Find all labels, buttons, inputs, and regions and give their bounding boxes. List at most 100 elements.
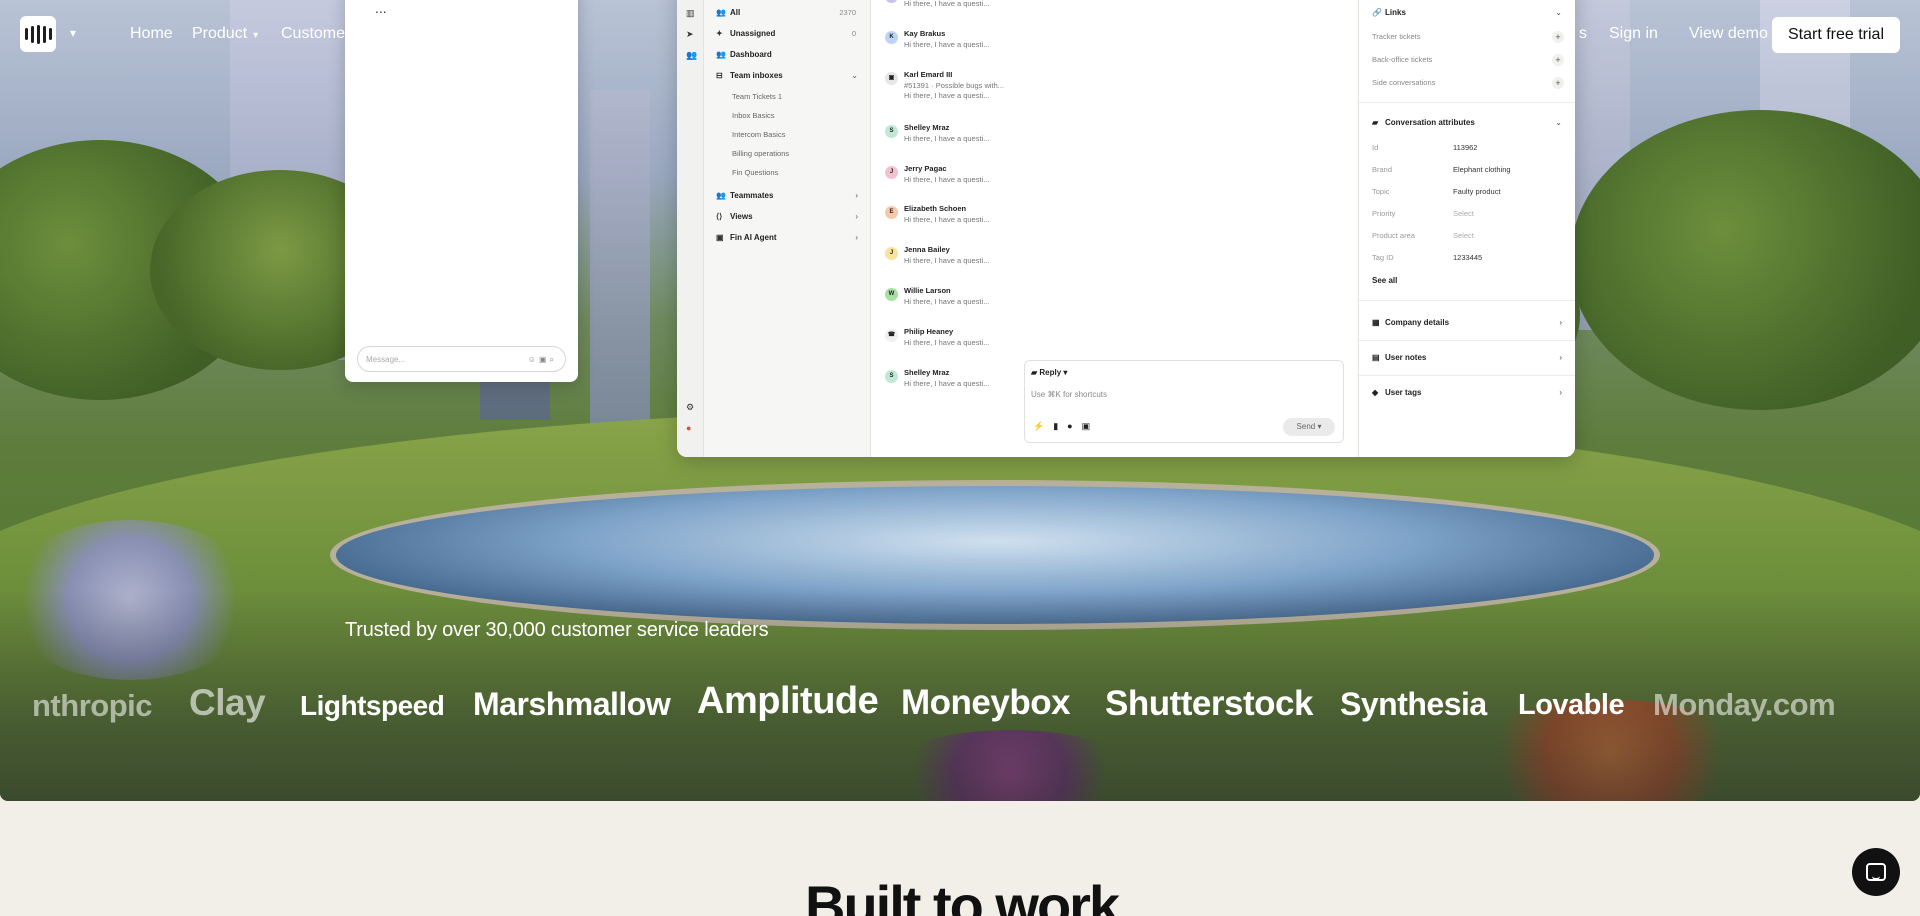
chevron-right-icon[interactable]: › bbox=[855, 191, 858, 200]
conversation-name: Shelley Mraz bbox=[904, 123, 950, 132]
conversation-name: Willie Larson bbox=[904, 286, 951, 295]
brand-logo: Lightspeed bbox=[300, 690, 445, 721]
nav-link-home[interactable]: Home bbox=[130, 25, 173, 43]
attribute-key: Priority bbox=[1372, 209, 1396, 218]
avatar: ▣ bbox=[885, 72, 898, 85]
conversation-preview: Hi there, I have a questi... bbox=[904, 338, 990, 347]
sidebar-subitem[interactable]: Team Tickets 1 bbox=[732, 92, 782, 101]
sidebar-item-label: Fin AI Agent bbox=[730, 233, 777, 242]
chevron-right-icon[interactable]: › bbox=[1559, 318, 1562, 327]
brand-logo: Moneybox bbox=[901, 683, 1071, 722]
attribute-value[interactable]: Elephant clothing bbox=[1453, 165, 1511, 174]
attribute-value[interactable]: 113962 bbox=[1453, 143, 1477, 152]
views-icon: ⟨⟩ bbox=[716, 212, 723, 221]
avatar: W bbox=[885, 288, 898, 301]
divider bbox=[1359, 375, 1575, 376]
add-icon[interactable]: + bbox=[1552, 77, 1564, 89]
nav-link-partial[interactable]: s bbox=[1579, 25, 1587, 43]
reply-label: Reply bbox=[1039, 368, 1062, 377]
conversation-name: Elizabeth Schoen bbox=[904, 204, 967, 213]
chevron-right-icon[interactable]: › bbox=[1559, 353, 1562, 362]
attribute-key: Id bbox=[1372, 143, 1379, 152]
sidebar-item-label: Teammates bbox=[730, 191, 774, 200]
chat-input-icons[interactable]: ☺▣⌕ bbox=[528, 355, 557, 365]
nav-link-product[interactable]: Product ▾ bbox=[192, 25, 258, 43]
section-title-text: User tags bbox=[1385, 388, 1422, 397]
sidebar-item-label: Team inboxes bbox=[730, 71, 783, 80]
attribute-value[interactable]: Faulty product bbox=[1453, 187, 1501, 196]
start-free-trial-button[interactable]: Start free trial bbox=[1771, 17, 1900, 53]
chevron-down-icon[interactable]: ▾ bbox=[70, 26, 76, 40]
view-demo-link[interactable]: View demo bbox=[1689, 25, 1768, 43]
inbox-icon: ⊟ bbox=[716, 71, 723, 80]
chat-message-input[interactable]: Message... ☺▣⌕ bbox=[357, 346, 566, 372]
avatar: S bbox=[885, 125, 898, 138]
conversation-name: Karl Emard III bbox=[904, 70, 953, 79]
conversation-preview: #51391 · Possible bugs with... bbox=[904, 81, 1005, 90]
sidebar-item-fin-ai-agent[interactable]: ▣ Fin AI Agent bbox=[716, 233, 777, 242]
chevron-right-icon[interactable]: › bbox=[855, 233, 858, 242]
nav-link-customers[interactable]: Customers bbox=[281, 25, 345, 43]
sidebar-item-teammates[interactable]: 👥 Teammates bbox=[716, 191, 773, 200]
chevron-down-icon[interactable]: ⌄ bbox=[1555, 118, 1562, 127]
avatar: E bbox=[885, 206, 898, 219]
attribute-key: Topic bbox=[1372, 187, 1390, 196]
conversation-preview: Hi there, I have a questi... bbox=[904, 215, 990, 224]
chevron-right-icon[interactable]: › bbox=[855, 212, 858, 221]
sidebar-item-views[interactable]: ⟨⟩ Views bbox=[716, 212, 753, 221]
send-button[interactable]: Send ▾ bbox=[1283, 418, 1335, 436]
sidebar-subitem[interactable]: Intercom Basics bbox=[732, 130, 785, 139]
attribute-key: Brand bbox=[1372, 165, 1393, 174]
profile-icon[interactable]: ● bbox=[686, 423, 691, 433]
attribute-value[interactable]: 1233445 bbox=[1453, 253, 1482, 262]
avatar: J bbox=[885, 247, 898, 260]
attribute-key: Tag ID bbox=[1372, 253, 1394, 262]
attribute-value[interactable]: Select bbox=[1453, 209, 1474, 218]
sidebar-item-team-inboxes[interactable]: ⊟ Team inboxes bbox=[716, 71, 783, 80]
user-tags-section[interactable]: ◆ User tags bbox=[1372, 388, 1421, 397]
intercom-logo[interactable] bbox=[20, 16, 56, 52]
divider bbox=[1359, 102, 1575, 103]
user-notes-section[interactable]: ▤ User notes bbox=[1372, 353, 1426, 362]
attribute-key: Product area bbox=[1372, 231, 1415, 240]
attributes-section-title[interactable]: ▰ Conversation attributes bbox=[1372, 118, 1475, 127]
sidebar-subitem[interactable]: Billing operations bbox=[732, 149, 789, 158]
background-tree bbox=[1570, 110, 1920, 410]
reply-input[interactable]: Use ⌘K for shortcuts bbox=[1031, 390, 1107, 399]
people-icon: 👥 bbox=[716, 191, 726, 200]
customer-logos: nthropic Clay Lightspeed Marshmallow Amp… bbox=[0, 680, 1920, 730]
sidebar-subitem[interactable]: Inbox Basics bbox=[732, 111, 775, 120]
top-navigation: ▾ Home Product ▾ Customers s Sign in View… bbox=[0, 0, 1920, 70]
conversation-preview: Hi there, I have a questi... bbox=[904, 256, 990, 265]
divider bbox=[1359, 300, 1575, 301]
tag-icon: ◆ bbox=[1372, 388, 1379, 397]
settings-icon[interactable]: ⚙ bbox=[686, 402, 694, 413]
reply-mode-dropdown[interactable]: ▰ Reply ▾ bbox=[1031, 368, 1067, 377]
chevron-down-icon: ▾ bbox=[253, 30, 259, 41]
attribute-value[interactable]: Select bbox=[1453, 231, 1474, 240]
chevron-right-icon[interactable]: › bbox=[1559, 388, 1562, 397]
conversation-name: Shelley Mraz bbox=[904, 368, 950, 377]
company-details-section[interactable]: ▦ Company details bbox=[1372, 318, 1449, 327]
link-item[interactable]: Side conversations bbox=[1372, 78, 1435, 87]
conversation-preview: Hi there, I have a questi... bbox=[904, 297, 990, 306]
brand-logo: nthropic bbox=[32, 688, 153, 723]
chat-message-placeholder: Message... bbox=[366, 355, 406, 364]
brand-logo: Lovable bbox=[1518, 689, 1625, 721]
chevron-down-icon[interactable]: ⌄ bbox=[851, 71, 858, 80]
sidebar-item-label: Views bbox=[730, 212, 753, 221]
hero-background: ... Message... ☺▣⌕ ▥ ➤ 👥 ⚙ ● 👥 All 2370 ✦… bbox=[0, 0, 1920, 801]
divider bbox=[1359, 340, 1575, 341]
brand-logo: Amplitude bbox=[697, 680, 879, 722]
attributes-icon: ▰ bbox=[1372, 118, 1379, 127]
sign-in-link[interactable]: Sign in bbox=[1609, 25, 1658, 43]
background-building bbox=[590, 90, 650, 430]
brand-logo: Clay bbox=[189, 682, 266, 723]
composer-tools[interactable]: ⚡▮●▣ bbox=[1033, 421, 1099, 432]
sidebar-subitem[interactable]: Fin Questions bbox=[732, 168, 778, 177]
see-all-link[interactable]: See all bbox=[1372, 276, 1397, 285]
messenger-launcher-button[interactable] bbox=[1852, 848, 1900, 896]
avatar: S bbox=[885, 370, 898, 383]
reply-composer[interactable]: ▰ Reply ▾ Use ⌘K for shortcuts ⚡▮●▣ Send… bbox=[1024, 360, 1344, 443]
section-title-text: User notes bbox=[1385, 353, 1427, 362]
